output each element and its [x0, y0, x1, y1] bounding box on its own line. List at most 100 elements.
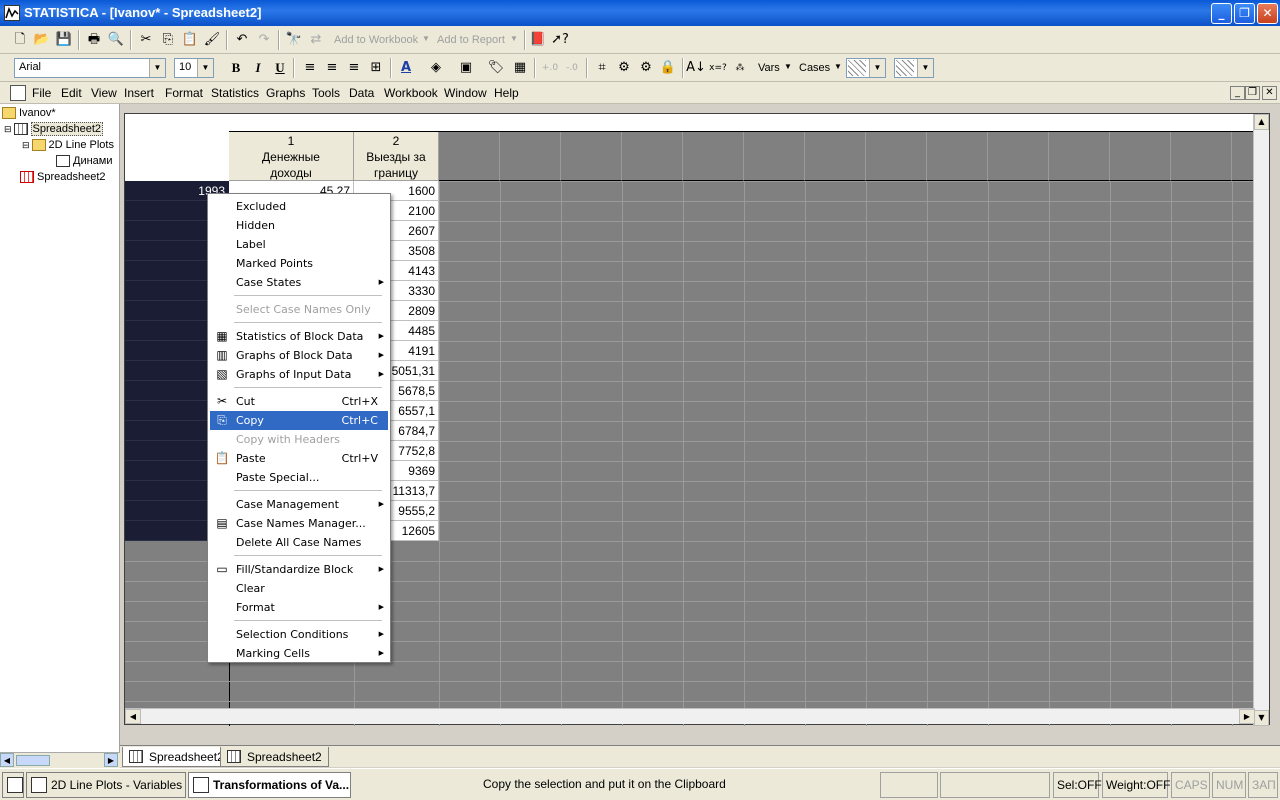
- column-header-empty[interactable]: [1232, 132, 1255, 181]
- chevron-down-icon[interactable]: ▼: [917, 59, 933, 77]
- decrease-decimal-icon[interactable]: -.0: [562, 58, 582, 78]
- column-header-empty[interactable]: [805, 132, 866, 181]
- add-to-workbook-button[interactable]: Add to Workbook: [334, 34, 418, 46]
- column-header-empty[interactable]: [500, 132, 561, 181]
- menu-item-statistics-of-block-data[interactable]: ▦ Statistics of Block Data ▶: [210, 327, 388, 346]
- menu-item-case-states[interactable]: Case States ▶: [210, 273, 388, 292]
- chevron-down-icon[interactable]: ▼: [422, 34, 430, 43]
- crop-icon[interactable]: ⌗: [592, 58, 612, 78]
- recode-icon[interactable]: ⁂: [730, 58, 750, 78]
- chevron-down-icon[interactable]: ▼: [784, 62, 792, 71]
- grid-icon[interactable]: ▦: [510, 58, 530, 78]
- book-icon[interactable]: 📕: [528, 30, 548, 50]
- tree-item-spreadsheet-2[interactable]: Spreadsheet2: [20, 171, 106, 184]
- chevron-down-icon[interactable]: ▼: [197, 59, 213, 77]
- menu-item-paste[interactable]: 📋 Paste Ctrl+V: [210, 449, 388, 468]
- task-transformations[interactable]: Transformations of Va...: [188, 772, 351, 798]
- bold-button[interactable]: B: [226, 58, 246, 78]
- column-header-empty[interactable]: [683, 132, 744, 181]
- scroll-up-icon[interactable]: ▲: [1254, 114, 1269, 130]
- menu-view[interactable]: View: [91, 86, 117, 100]
- close-button[interactable]: ✕: [1257, 3, 1278, 24]
- open-folder-icon[interactable]: 📂: [32, 30, 52, 50]
- tree-horizontal-scrollbar[interactable]: ◀ ▶: [0, 752, 120, 768]
- font-size-select[interactable]: 10 ▼: [174, 58, 214, 78]
- column-header-empty[interactable]: [1049, 132, 1110, 181]
- merge-icon[interactable]: ⊞: [366, 58, 386, 78]
- save-icon[interactable]: 💾: [54, 30, 74, 50]
- tag-icon[interactable]: 🏷: [486, 58, 506, 78]
- chevron-down-icon[interactable]: ▼: [869, 59, 885, 77]
- chevron-down-icon[interactable]: ▼: [834, 62, 842, 71]
- font-name-select[interactable]: Arial ▼: [14, 58, 166, 78]
- lock-icon[interactable]: 🔒: [658, 58, 678, 78]
- cases-menu-button[interactable]: Cases: [799, 62, 830, 74]
- mdi-close-button[interactable]: ✕: [1262, 86, 1277, 100]
- menu-item-select-case-names-only[interactable]: Select Case Names Only: [210, 300, 388, 319]
- add-to-report-button[interactable]: Add to Report: [437, 34, 505, 46]
- menu-item-case-management[interactable]: Case Management ▶: [210, 495, 388, 514]
- vertical-scrollbar[interactable]: ▲ ▼: [1253, 114, 1269, 726]
- scroll-left-icon[interactable]: ◀: [0, 753, 14, 767]
- paste-icon[interactable]: 📋: [180, 30, 200, 50]
- menu-tools[interactable]: Tools: [312, 86, 340, 100]
- redo-icon[interactable]: ↷: [254, 30, 274, 50]
- menu-graphs[interactable]: Graphs: [266, 86, 305, 100]
- column-header-empty[interactable]: [561, 132, 622, 181]
- tree-item-graph[interactable]: Динами: [56, 155, 113, 168]
- menu-edit[interactable]: Edit: [61, 86, 82, 100]
- copy-icon[interactable]: ⎘: [158, 30, 178, 50]
- minimize-button[interactable]: _: [1211, 3, 1232, 24]
- menu-format[interactable]: Format: [165, 86, 203, 100]
- replace-icon[interactable]: ⇄: [306, 30, 326, 50]
- tree-item-2d-line-plots[interactable]: ⊟ 2D Line Plots: [22, 139, 114, 152]
- align-left-icon[interactable]: ≡: [300, 58, 320, 78]
- scroll-right-icon[interactable]: ▶: [104, 753, 118, 767]
- menu-item-selection-conditions[interactable]: Selection Conditions ▶: [210, 625, 388, 644]
- menu-item-case-names-manager[interactable]: ▤ Case Names Manager...: [210, 514, 388, 533]
- find-icon[interactable]: 🔭: [284, 30, 304, 50]
- border-icon[interactable]: ▣: [456, 58, 476, 78]
- tree-root-workbook[interactable]: Ivanov*: [2, 107, 56, 120]
- sel-status[interactable]: Sel:OFF: [1053, 772, 1102, 798]
- align-right-icon[interactable]: ≡: [344, 58, 364, 78]
- variables-specs-icon[interactable]: ⚙: [614, 58, 634, 78]
- mdi-minimize-button[interactable]: _: [1230, 86, 1245, 100]
- fill-color-icon[interactable]: ◈: [426, 58, 446, 78]
- menu-item-graphs-of-input-data[interactable]: ▧ Graphs of Input Data ▶: [210, 365, 388, 384]
- menu-window[interactable]: Window: [444, 86, 487, 100]
- menu-item-graphs-of-block-data[interactable]: ▥ Graphs of Block Data ▶: [210, 346, 388, 365]
- tab-spreadsheet2-2[interactable]: Spreadsheet2: [220, 747, 329, 767]
- underline-button[interactable]: U: [270, 58, 290, 78]
- pattern-select[interactable]: ▼: [846, 58, 886, 78]
- menu-help[interactable]: Help: [494, 86, 519, 100]
- menu-file[interactable]: File: [32, 86, 51, 100]
- increase-decimal-icon[interactable]: +.0: [540, 58, 560, 78]
- menu-item-marking-cells[interactable]: Marking Cells ▶: [210, 644, 388, 663]
- menu-item-excluded[interactable]: Excluded: [210, 197, 388, 216]
- scroll-right-icon[interactable]: ▶: [1239, 709, 1255, 724]
- chevron-down-icon[interactable]: ▼: [149, 59, 165, 77]
- scroll-down-icon[interactable]: ▼: [1254, 710, 1269, 726]
- column-header-empty[interactable]: [622, 132, 683, 181]
- weight-status[interactable]: Weight:OFF: [1102, 772, 1170, 798]
- statistica-app-icon[interactable]: [4, 5, 20, 21]
- cut-icon[interactable]: ✂: [136, 30, 156, 50]
- menu-item-paste-special[interactable]: Paste Special...: [210, 468, 388, 487]
- print-preview-icon[interactable]: 🔍: [106, 30, 126, 50]
- menu-statistics[interactable]: Statistics: [211, 86, 259, 100]
- column-header-empty[interactable]: [439, 132, 500, 181]
- scroll-left-icon[interactable]: ◀: [125, 709, 141, 724]
- column-header-empty[interactable]: [866, 132, 927, 181]
- column-header-empty[interactable]: [1171, 132, 1232, 181]
- column-header-empty[interactable]: [744, 132, 805, 181]
- menu-item-format[interactable]: Format ▶: [210, 598, 388, 617]
- italic-button[interactable]: I: [248, 58, 268, 78]
- mdi-restore-button[interactable]: ❐: [1245, 86, 1260, 100]
- collapse-icon[interactable]: ⊟: [22, 140, 30, 150]
- chevron-down-icon[interactable]: ▼: [510, 34, 518, 43]
- align-center-icon[interactable]: ≡: [322, 58, 342, 78]
- column-header-2[interactable]: 2 Выезды за границу: [354, 132, 439, 181]
- font-color-icon[interactable]: A: [396, 58, 416, 78]
- menu-data[interactable]: Data: [349, 86, 374, 100]
